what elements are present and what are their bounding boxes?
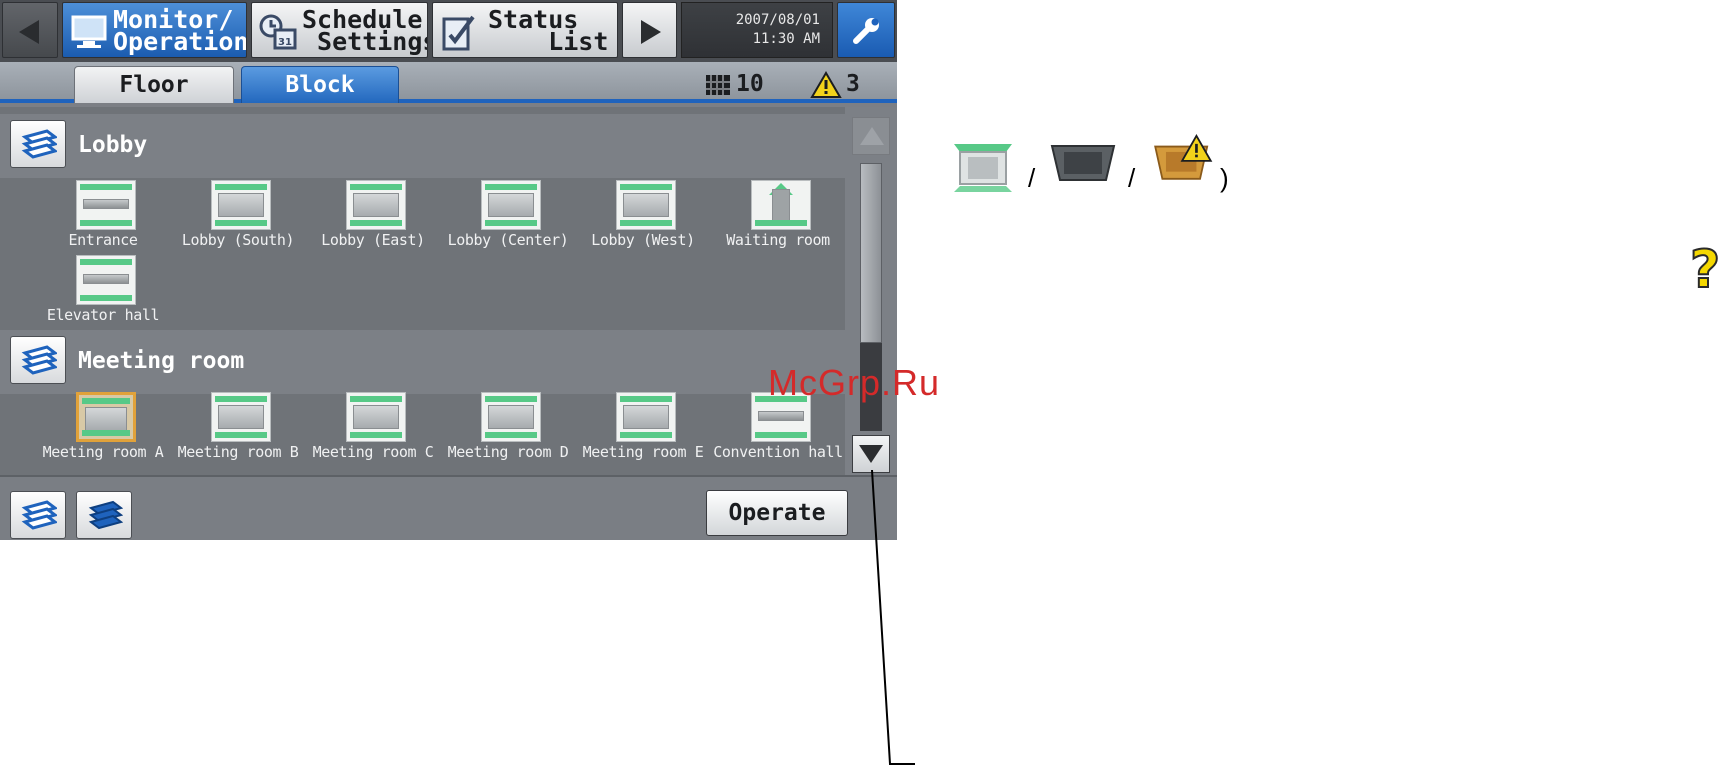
watermark: McGrp.Ru xyxy=(768,362,941,403)
